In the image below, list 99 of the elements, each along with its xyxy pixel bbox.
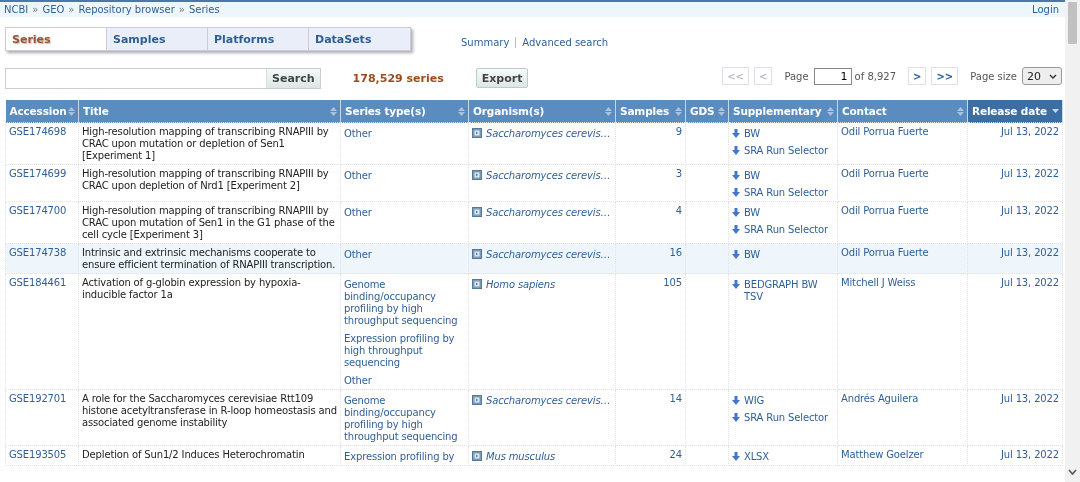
release-date: Jul 13, 2022	[1001, 126, 1059, 137]
sort-icon	[458, 106, 465, 116]
organism-link[interactable]: Saccharomyces cerevis…	[486, 395, 611, 407]
organism-icon	[472, 128, 482, 138]
sort-icon	[605, 106, 612, 116]
series-type-link[interactable]: Expression profiling by high throughput sequencing	[344, 333, 465, 369]
sample-count: 105	[663, 277, 682, 288]
series-type-link[interactable]: Other	[344, 375, 465, 387]
export-button[interactable]: Export	[475, 68, 529, 88]
column-header[interactable]: Supplementary	[728, 100, 838, 123]
sort-descending-icon	[1052, 109, 1059, 113]
breadcrumb-link[interactable]: GEO	[42, 4, 65, 15]
nav-link[interactable]: Advanced search	[515, 36, 615, 48]
sample-count: 14	[669, 393, 682, 404]
page-field[interactable]: 1	[813, 67, 852, 85]
download-link[interactable]: BW	[744, 128, 761, 140]
download-icon	[732, 280, 740, 289]
series-title: High-resolution mapping of transcribing RNAPIII by CRAC upon mutation of Sen1 in the G1 phase of the cell cycle [Experiment 3]	[82, 205, 335, 240]
release-date: Jul 13, 2022	[1001, 277, 1059, 288]
column-header[interactable]: Series type(s)	[340, 100, 469, 123]
pager-button[interactable]: >	[908, 67, 927, 85]
contact-link[interactable]: Andrés Aguilera	[841, 393, 919, 404]
sort-icon	[675, 106, 682, 116]
series-count: 178,529 series	[352, 71, 444, 85]
series-title: A role for the Saccharomyces cerevisiae Rtt109 histone acetyltransferase in R-loop homeostasis and associated genome instability	[82, 393, 337, 428]
download-link[interactable]: WIG	[744, 395, 765, 407]
breadcrumb-separator: »	[178, 4, 185, 15]
sort-icon	[68, 106, 75, 116]
caret-icon	[1049, 73, 1057, 79]
nav-link[interactable]: Summary	[455, 36, 516, 48]
series-type-link[interactable]: Genome binding/occupancy profiling by high throughput sequencing	[344, 279, 465, 327]
scrollbar[interactable]	[1065, 0, 1080, 482]
download-link[interactable]: BW	[744, 249, 761, 261]
column-header[interactable]: Title	[78, 100, 341, 123]
series-title: Activation of g-globin expression by hypoxia-inducible factor 1a	[82, 277, 301, 300]
series-title: High-resolution mapping of transcribing RNAPIII by CRAC upon mutation or depletion of Sen1 [Experiment 1]	[82, 126, 329, 161]
download-link[interactable]: SRA Run Selector	[744, 145, 828, 157]
contact-link[interactable]: Odil Porrua Fuerte	[841, 205, 929, 216]
column-header[interactable]: Accession	[5, 100, 79, 123]
sample-count: 24	[669, 449, 682, 460]
download-link[interactable]: SRA Run Selector	[744, 412, 828, 424]
release-date: Jul 13, 2022	[1001, 168, 1059, 179]
tab[interactable]: Samples	[107, 28, 208, 50]
sample-count: 9	[675, 126, 682, 137]
sort-icon	[827, 106, 834, 116]
contact-link[interactable]: Odil Porrua Fuerte	[841, 168, 929, 179]
sort-icon	[330, 106, 337, 116]
series-title: Depletion of Sun1/2 Induces Heterochromatin	[82, 449, 305, 460]
release-date: Jul 13, 2022	[1001, 393, 1059, 404]
download-icon	[732, 250, 740, 259]
sample-count: 3	[675, 168, 682, 179]
release-date: Jul 13, 2022	[1001, 247, 1059, 258]
login-link[interactable]: Login	[1032, 4, 1059, 15]
sort-icon	[957, 106, 964, 116]
download-link[interactable]: BW	[744, 207, 761, 219]
tab[interactable]: DataSets	[309, 28, 410, 50]
download-link[interactable]: BEDGRAPH BW TSV	[744, 279, 834, 303]
contact-link[interactable]: Odil Porrua Fuerte	[841, 126, 929, 137]
page-label: Page	[784, 70, 809, 82]
accession-link[interactable]: GSE184461	[9, 277, 67, 288]
breadcrumb-link[interactable]: Series	[189, 4, 220, 15]
search-field[interactable]: Search	[5, 67, 321, 89]
column-header[interactable]: Samples	[615, 100, 686, 123]
download-icon	[732, 452, 740, 461]
sort-icon	[718, 106, 725, 116]
release-date: Jul 13, 2022	[1001, 449, 1059, 460]
pager-button[interactable]: >>	[931, 67, 959, 85]
organism-link[interactable]: Homo sapiens	[486, 279, 556, 291]
organism-icon	[472, 170, 482, 180]
sample-count: 16	[669, 247, 682, 258]
download-link[interactable]: SRA Run Selector	[744, 187, 828, 199]
series-title: Intrinsic and extrinsic mechanisms cooperate to ensure efficient termination of RNAPIII transcription.	[82, 247, 336, 270]
organism-icon	[472, 207, 482, 217]
download-link[interactable]: XLSX	[744, 451, 770, 463]
release-date: Jul 13, 2022	[1001, 205, 1059, 216]
page-size-select[interactable]: 20	[1022, 67, 1062, 85]
breadcrumb-separator: »	[68, 4, 75, 15]
breadcrumb-link[interactable]: NCBI	[4, 4, 29, 15]
accession-link[interactable]: GSE192701	[9, 393, 67, 404]
organism-icon	[472, 249, 482, 259]
tab[interactable]: Platforms	[208, 28, 309, 50]
column-header[interactable]: Release date	[967, 100, 1063, 123]
contact-link[interactable]: Mitchell J Weiss	[841, 277, 916, 288]
breadcrumb-separator: »	[32, 4, 39, 15]
organism-icon	[472, 451, 482, 461]
organism-icon	[472, 395, 482, 405]
breadcrumb-link[interactable]: Repository browser	[78, 4, 175, 15]
sample-count: 4	[675, 205, 682, 216]
organism-icon	[472, 279, 482, 289]
download-link[interactable]: SRA Run Selector	[744, 224, 828, 236]
column-header[interactable]: Contact	[837, 100, 968, 123]
column-header[interactable]: Organism(s)	[468, 100, 616, 123]
search-button[interactable]: Search	[266, 68, 320, 88]
tab[interactable]: Series	[6, 28, 107, 50]
page-size-label: Page size	[970, 70, 1017, 82]
series-title: High-resolution mapping of transcribing RNAPIII by CRAC upon depletion of Nrd1 [Experiment 2]	[82, 168, 329, 191]
download-link[interactable]: BW	[744, 170, 761, 182]
column-header[interactable]: GDS	[685, 100, 729, 123]
page-count: of 8,927	[854, 70, 897, 82]
